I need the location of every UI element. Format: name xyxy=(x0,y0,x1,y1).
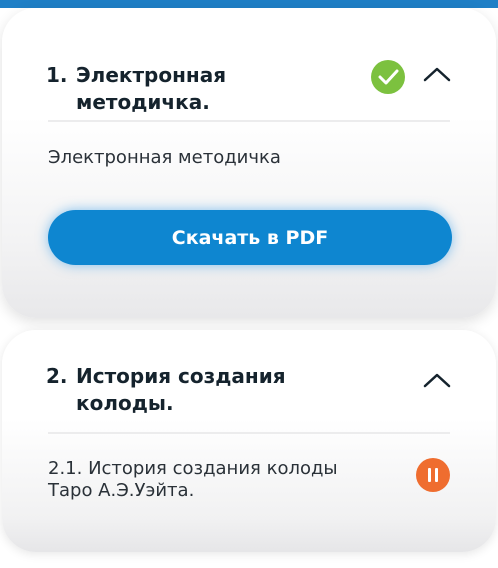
module-description: Электронная методичка xyxy=(48,147,281,168)
module-title: История создания колоды. xyxy=(76,364,286,415)
module-number: 1. xyxy=(46,63,68,87)
download-pdf-button[interactable]: Скачать в PDF xyxy=(48,210,452,265)
pause-icon[interactable] xyxy=(416,458,450,492)
lesson-item-label[interactable]: 2.1. История создания колоды Таро А.Э.Уэ… xyxy=(48,458,368,502)
pause-bar-right xyxy=(435,468,438,482)
chevron-up-icon[interactable] xyxy=(422,370,452,390)
module-card-1: 1. Электронная методичка. Электронная ме… xyxy=(2,8,496,318)
module-title: Электронная методичка. xyxy=(76,63,227,114)
pause-bar-left xyxy=(428,468,431,482)
check-icon xyxy=(371,60,405,94)
module-card-2: 2. История создания колоды. 2.1. История… xyxy=(2,330,496,552)
module-number: 2. xyxy=(46,364,68,388)
divider xyxy=(48,120,450,122)
divider xyxy=(48,432,450,434)
chevron-up-icon[interactable] xyxy=(422,64,452,84)
